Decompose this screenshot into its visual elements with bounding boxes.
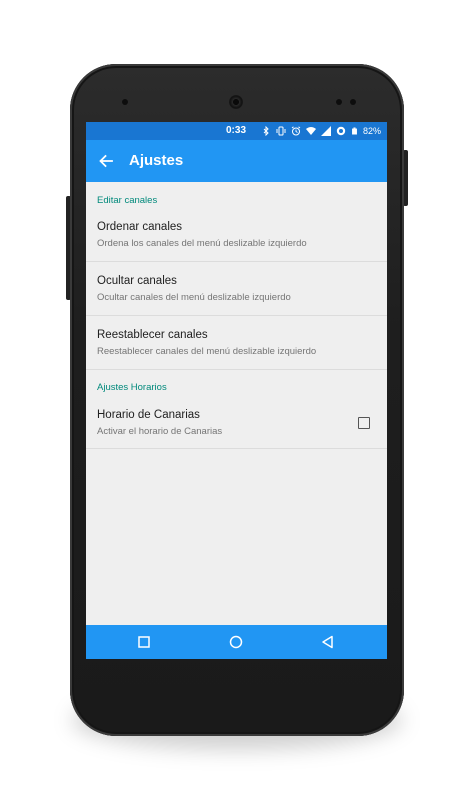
pref-title: Ocultar canales <box>97 275 177 287</box>
vibrate-icon <box>276 126 286 136</box>
front-camera-icon <box>122 99 128 105</box>
back-triangle-icon <box>322 635 333 649</box>
pref-summary: Ordena los canales del menú deslizable i… <box>97 238 307 249</box>
status-time: 0:33 <box>226 125 247 136</box>
data-saver-icon <box>336 126 346 136</box>
battery-icon <box>352 127 357 135</box>
home-icon <box>229 635 243 649</box>
earpiece-speaker-icon <box>229 95 243 109</box>
proximity-sensor-icon <box>336 99 342 105</box>
section-header-ajustes-horarios: Ajustes Horarios <box>97 382 167 393</box>
bluetooth-icon <box>263 126 269 136</box>
status-bar: 0:33 82% <box>86 122 387 140</box>
pref-summary: Ocultar canales del menú deslizable izqu… <box>97 292 291 303</box>
status-icons: 82% <box>261 125 381 137</box>
pref-title: Reestablecer canales <box>97 329 208 341</box>
section-header-editar-canales: Editar canales <box>97 195 158 206</box>
pref-title: Ordenar canales <box>97 221 183 233</box>
recent-apps-button[interactable] <box>136 634 152 650</box>
wifi-icon <box>305 127 316 135</box>
pref-ocultar-canales[interactable]: Ocultar canales Ocultar canales del menú… <box>86 262 387 316</box>
pref-ordenar-canales[interactable]: Ordenar canales Ordena los canales del m… <box>86 212 387 262</box>
pref-reestablecer-canales[interactable]: Reestablecer canales Reestablecer canale… <box>86 316 387 370</box>
settings-list: Editar canales Ordenar canales Ordena lo… <box>86 182 387 625</box>
phone-screen: 0:33 82% Ajustes Editar canales Ordenar … <box>86 122 387 659</box>
pref-summary: Activar el horario de Canarias <box>97 426 223 437</box>
arrow-left-icon <box>99 154 113 168</box>
pref-horario-canarias[interactable]: Horario de Canarias Activar el horario d… <box>86 400 387 449</box>
battery-percent: 82% <box>362 126 381 136</box>
back-button[interactable] <box>96 151 116 171</box>
nav-back-button[interactable] <box>320 634 336 650</box>
pref-summary: Reestablecer canales del menú deslizable… <box>97 346 317 357</box>
app-bar: Ajustes <box>86 140 387 182</box>
recent-apps-icon <box>138 636 150 648</box>
navigation-bar <box>86 625 387 659</box>
horario-canarias-checkbox[interactable] <box>358 417 370 429</box>
pref-title: Horario de Canarias <box>97 409 200 421</box>
alarm-icon <box>291 126 301 136</box>
signal-icon <box>320 126 331 136</box>
home-button[interactable] <box>228 634 244 650</box>
page-title: Ajustes <box>129 152 184 169</box>
light-sensor-icon <box>350 99 356 105</box>
